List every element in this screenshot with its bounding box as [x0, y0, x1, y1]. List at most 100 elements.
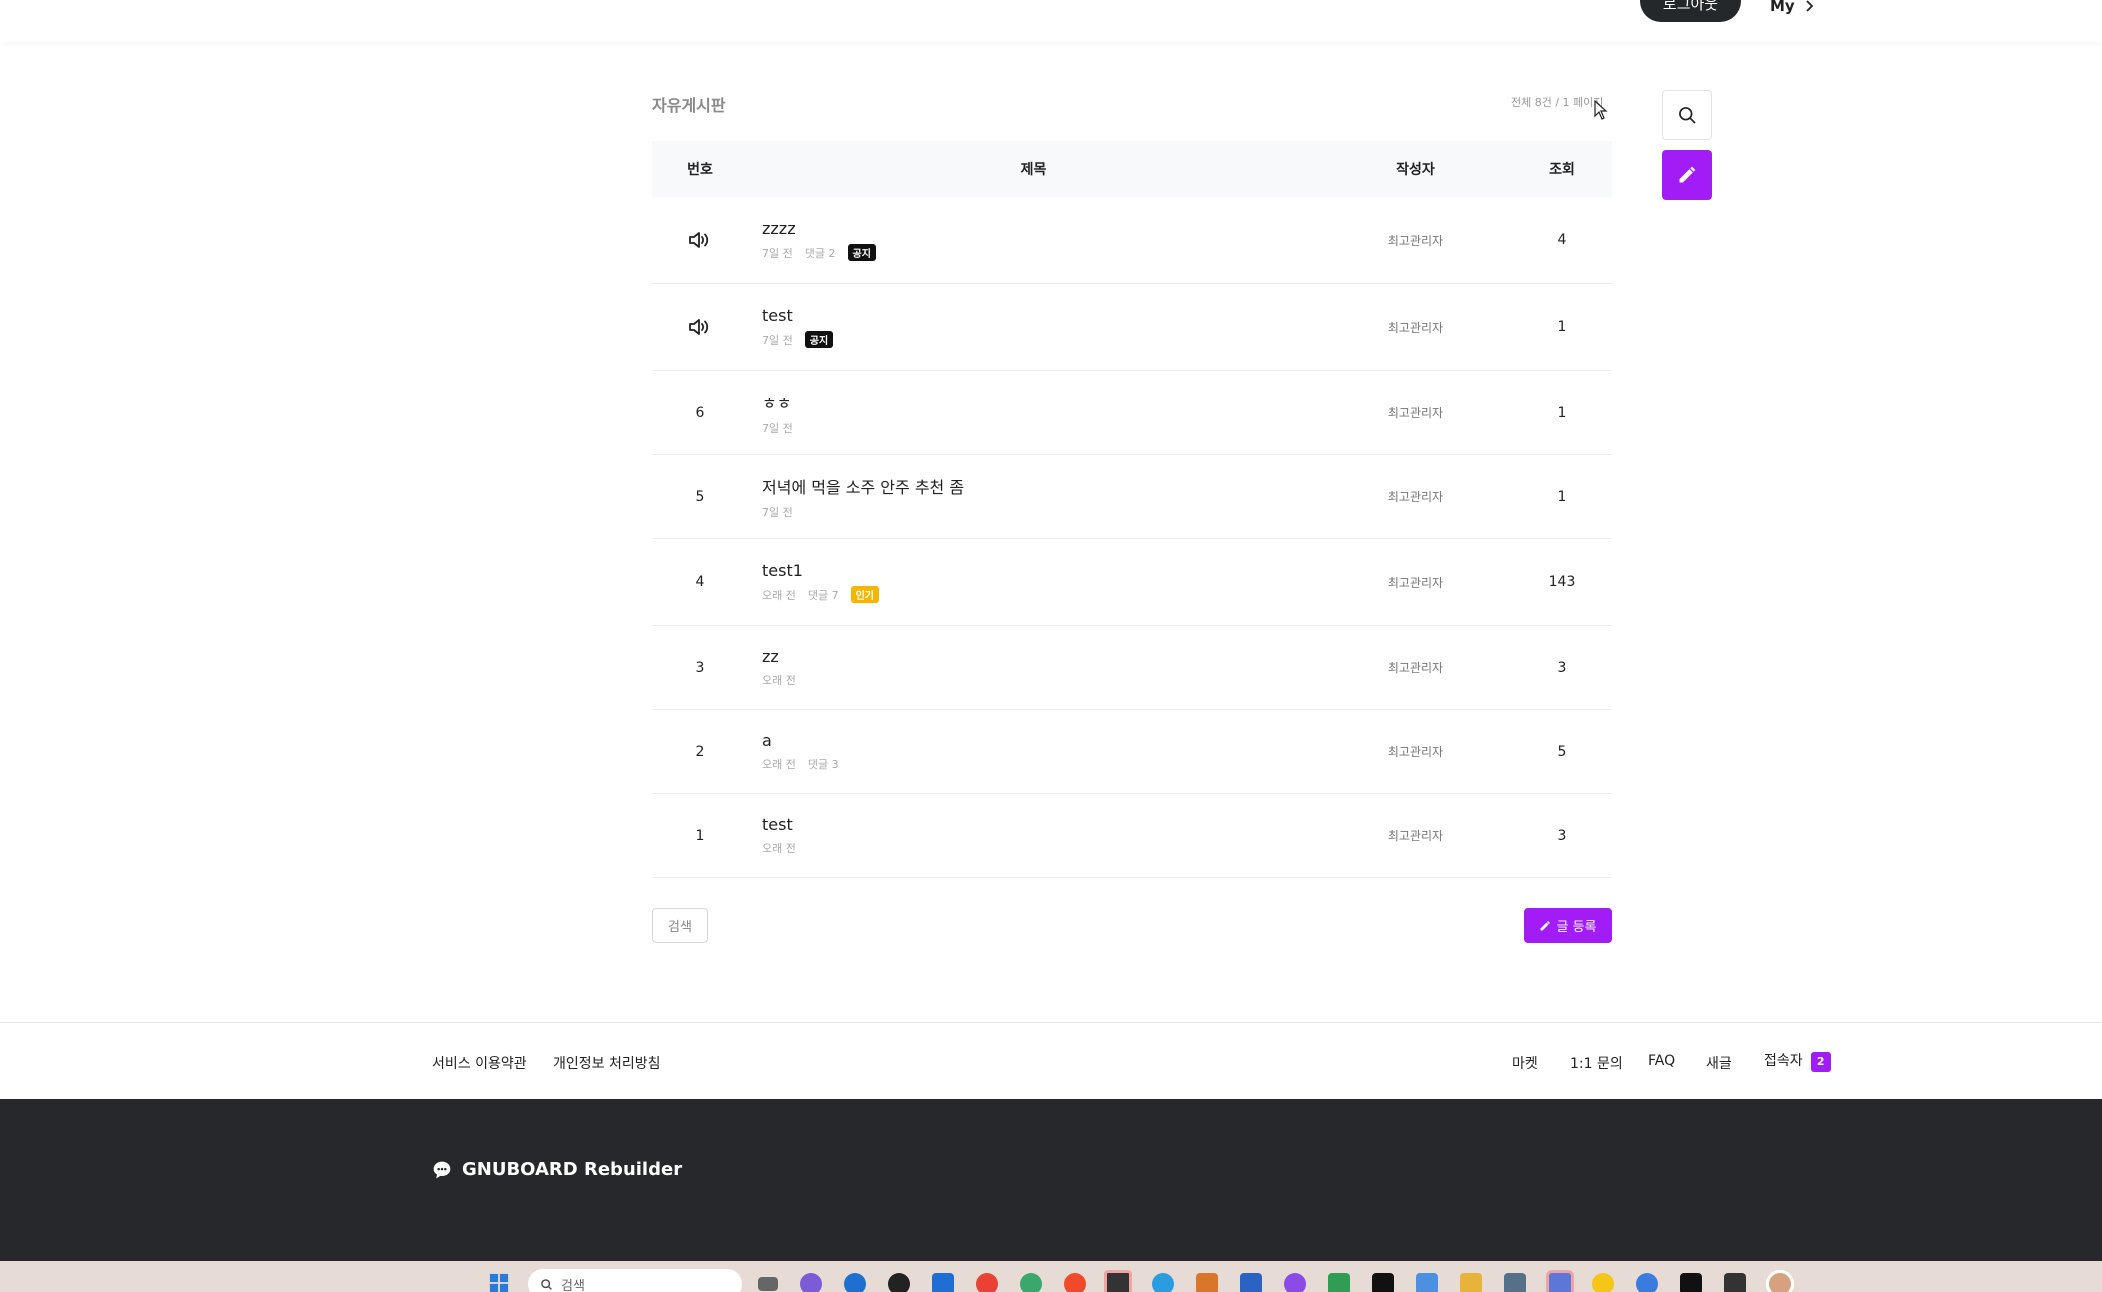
copilot-icon[interactable] [800, 1273, 822, 1292]
post-time: 7일 전 [762, 246, 793, 260]
post-title-cell[interactable]: test 7일 전 공지 [748, 306, 1319, 348]
post-comments: 댓글 3 [807, 758, 839, 771]
post-comments: 댓글 7 [807, 588, 839, 602]
my-menu-link[interactable]: My [1770, 0, 1813, 15]
write-post-button[interactable]: 글 등록 [1524, 908, 1612, 943]
taskbar-search-placeholder: 검색 [561, 1278, 585, 1292]
post-time: 7일 전 [762, 421, 793, 435]
privacy-link[interactable]: 개인정보 처리방침 [553, 1053, 661, 1073]
word-icon[interactable] [1240, 1273, 1262, 1292]
post-author[interactable]: 최고관리자 [1319, 574, 1512, 591]
side-search-button[interactable] [1662, 90, 1712, 140]
post-title-cell[interactable]: zzzz 7일 전 댓글 2 공지 [748, 219, 1319, 261]
task-view-icon[interactable] [758, 1277, 778, 1291]
app-icon-1[interactable] [1020, 1273, 1042, 1292]
table-row[interactable]: test 7일 전 공지 최고관리자 1 [652, 284, 1612, 371]
app-icon-5[interactable] [1636, 1273, 1658, 1292]
faq-link[interactable]: FAQ [1648, 1053, 1675, 1069]
post-number: 1 [695, 827, 705, 844]
app-icon-4[interactable] [1284, 1273, 1306, 1292]
post-views: 5 [1557, 743, 1567, 760]
footer-links: 서비스 이용약관 개인정보 처리방침 마켓 1:1 문의 FAQ 새글 접속자 2 [0, 1022, 2102, 1099]
post-title[interactable]: test [762, 306, 1319, 325]
post-title[interactable]: ㅎㅎ [762, 390, 1319, 414]
post-title-cell[interactable]: ㅎㅎ 7일 전 [748, 390, 1319, 436]
post-title[interactable]: test [762, 815, 1319, 834]
post-title[interactable]: a [762, 731, 1319, 750]
app-icon-6[interactable] [1680, 1273, 1702, 1292]
sheets-icon[interactable] [1328, 1273, 1350, 1292]
chevron-right-icon [1806, 0, 1813, 12]
logout-button[interactable]: 로그아웃 [1640, 0, 1741, 22]
market-link[interactable]: 마켓 [1512, 1053, 1538, 1073]
search-button[interactable]: 검색 [652, 908, 708, 943]
table-row[interactable]: 2 a 오래 전 댓글 3 최고관리자 5 [652, 710, 1612, 794]
header-author: 작성자 [1396, 162, 1435, 178]
post-number: 3 [695, 659, 705, 676]
table-row[interactable]: 3 zz 오래 전 최고관리자 3 [652, 626, 1612, 710]
post-meta: 오래 전 댓글 3 [762, 756, 1319, 772]
board-count: 전체 8건 / 1 페이지 [1511, 96, 1604, 109]
inquiry-link[interactable]: 1:1 문의 [1570, 1053, 1623, 1073]
speaker-icon [652, 318, 748, 336]
post-title-cell[interactable]: zz 오래 전 [748, 647, 1319, 688]
table-row[interactable]: 4 test1 오래 전 댓글 7 인기 최고관리자 143 [652, 539, 1612, 626]
notes-icon[interactable] [1416, 1273, 1438, 1292]
table-row[interactable]: 6 ㅎㅎ 7일 전 최고관리자 1 [652, 371, 1612, 455]
post-title[interactable]: zz [762, 647, 1319, 666]
pencil-icon [1540, 920, 1551, 930]
new-posts-link[interactable]: 새글 [1706, 1053, 1732, 1073]
active-app-icon-2[interactable] [1546, 1270, 1574, 1292]
post-title[interactable]: zzzz [762, 219, 1319, 238]
post-time: 오래 전 [762, 588, 796, 602]
terms-link[interactable]: 서비스 이용약관 [432, 1053, 527, 1073]
notion-icon[interactable] [1372, 1273, 1394, 1292]
post-title-cell[interactable]: test 오래 전 [748, 815, 1319, 856]
chrome-icon[interactable] [976, 1273, 998, 1292]
post-number: 4 [695, 574, 705, 590]
store-icon[interactable] [932, 1273, 954, 1292]
mouse-cursor-icon [1594, 100, 1608, 120]
search-icon [541, 1278, 552, 1290]
post-author[interactable]: 최고관리자 [1319, 659, 1512, 676]
side-write-button[interactable] [1662, 150, 1712, 200]
post-author[interactable]: 최고관리자 [1319, 827, 1512, 844]
post-time: 오래 전 [762, 758, 796, 771]
speaker-icon [652, 231, 748, 249]
post-author[interactable]: 최고관리자 [1319, 404, 1512, 421]
table-row[interactable]: 5 저녁에 먹을 소주 안주 추천 좀 7일 전 최고관리자 1 [652, 455, 1612, 539]
post-author[interactable]: 최고관리자 [1319, 743, 1512, 760]
post-views: 143 [1548, 574, 1576, 590]
post-author[interactable]: 최고관리자 [1319, 232, 1512, 249]
visitor-link[interactable]: 접속자 2 [1764, 1050, 1831, 1072]
kakao-icon[interactable] [1592, 1273, 1614, 1292]
post-title-cell[interactable]: 저녁에 먹을 소주 안주 추천 좀 7일 전 [748, 474, 1319, 520]
post-author[interactable]: 최고관리자 [1319, 488, 1512, 505]
profile-icon[interactable] [1766, 1270, 1794, 1292]
post-views: 1 [1557, 404, 1567, 421]
app-icon-3[interactable] [1152, 1273, 1174, 1292]
post-title[interactable]: test1 [762, 561, 1319, 580]
footer-brand-area: GNUBOARD Rebuilder [0, 1099, 2102, 1261]
post-meta: 7일 전 [762, 420, 1319, 436]
edge-icon[interactable] [844, 1273, 866, 1292]
post-title-cell[interactable]: test1 오래 전 댓글 7 인기 [748, 561, 1319, 603]
post-title[interactable]: 저녁에 먹을 소주 안주 추천 좀 [762, 474, 1319, 498]
app-icon-2[interactable] [1064, 1273, 1086, 1292]
intellij-icon[interactable] [1196, 1273, 1218, 1292]
windows-start-icon[interactable] [488, 1273, 510, 1292]
post-author[interactable]: 최고관리자 [1319, 319, 1512, 336]
table-row[interactable]: zzzz 7일 전 댓글 2 공지 최고관리자 4 [652, 197, 1612, 284]
brand-logo[interactable]: GNUBOARD Rebuilder [432, 1159, 682, 1180]
brand-name: GNUBOARD Rebuilder [462, 1159, 683, 1180]
post-title-cell[interactable]: a 오래 전 댓글 3 [748, 731, 1319, 772]
calculator-icon[interactable] [1504, 1273, 1526, 1292]
table-row[interactable]: 1 test 오래 전 최고관리자 3 [652, 794, 1612, 878]
folder-icon[interactable] [1460, 1273, 1482, 1292]
active-app-icon[interactable] [1104, 1270, 1132, 1292]
terminal-icon[interactable] [1724, 1273, 1746, 1292]
post-time: 오래 전 [762, 674, 796, 687]
post-meta: 오래 전 [762, 840, 1319, 856]
taskbar-search-box[interactable]: 검색 [528, 1269, 742, 1292]
chatgpt-icon[interactable] [888, 1273, 910, 1292]
